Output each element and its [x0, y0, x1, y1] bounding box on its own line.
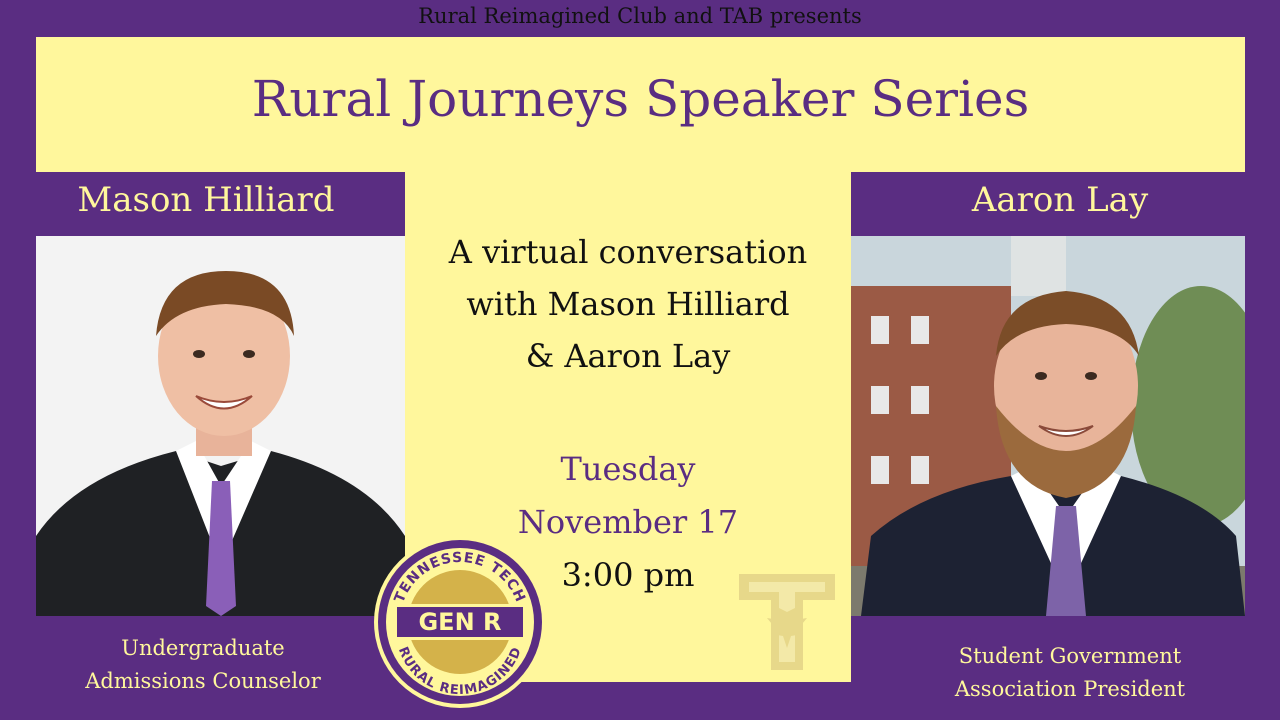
caption-line: Student Government: [958, 644, 1182, 668]
badge-center-text: GEN R: [418, 608, 501, 636]
badge-icon: TENNESSEE TECH RURAL REIMAGINED GEN R: [374, 536, 546, 708]
speaker-name-right: Aaron Lay: [971, 180, 1149, 220]
speaker-name-left: Mason Hilliard: [77, 180, 335, 220]
caption-line: Undergraduate: [121, 636, 285, 660]
conversation-description: A virtual conversation with Mason Hillia…: [405, 226, 851, 382]
event-day: Tuesday: [560, 450, 696, 488]
speaker-photo-left: [36, 236, 405, 616]
caption-line: Association President: [954, 677, 1186, 701]
portrait-illustration: [851, 236, 1245, 616]
t-eagle-icon: [739, 574, 835, 670]
speaker-caption-right: Student Government Association President: [900, 640, 1240, 706]
description-line: with Mason Hilliard: [466, 285, 790, 323]
caption-line: Admissions Counselor: [85, 669, 321, 693]
page-title: Rural Journeys Speaker Series: [251, 70, 1030, 128]
tennessee-tech-logo: [737, 572, 837, 672]
speaker-caption-left: Undergraduate Admissions Counselor: [36, 632, 370, 698]
portrait-illustration: [36, 236, 405, 616]
presenter-line: Rural Reimagined Club and TAB presents: [418, 4, 862, 28]
gen-r-badge-logo: TENNESSEE TECH RURAL REIMAGINED GEN R: [372, 530, 548, 710]
speaker-photo-right: [851, 236, 1245, 616]
description-line: & Aaron Lay: [525, 337, 731, 375]
description-line: A virtual conversation: [448, 233, 808, 271]
